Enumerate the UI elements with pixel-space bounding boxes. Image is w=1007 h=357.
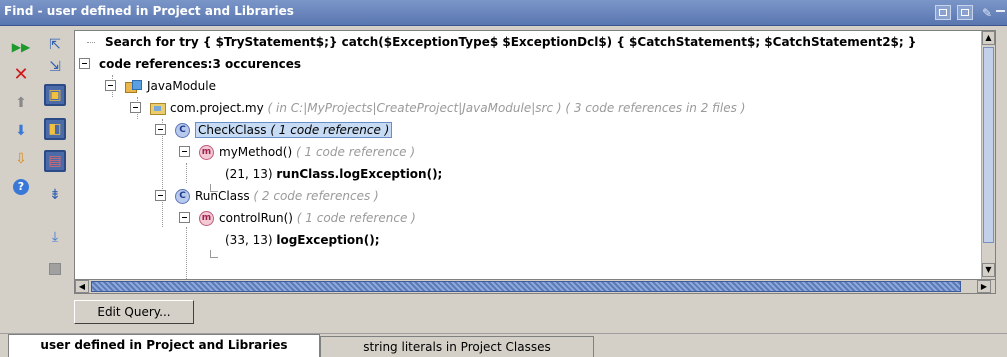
- collapse-toggle-icon[interactable]: [179, 146, 190, 157]
- edit-query-button[interactable]: Edit Query...: [74, 300, 194, 324]
- collapse-all-icon[interactable]: ⇲: [44, 56, 66, 78]
- mymethod-hint: ( 1 code reference ): [296, 145, 416, 159]
- window-title: Find - user defined in Project and Libra…: [4, 4, 294, 18]
- tree-node-controlrun[interactable]: m controlRun() ( 1 code reference ): [175, 207, 416, 229]
- usage-code: runClass.logException();: [276, 167, 443, 181]
- import-icon[interactable]: ⤓: [44, 226, 66, 248]
- horizontal-scrollbar[interactable]: ◀ ▶: [74, 280, 996, 294]
- previous-icon[interactable]: ⬆: [10, 92, 32, 114]
- close-icon[interactable]: ✕: [10, 64, 32, 86]
- class-icon: C: [175, 189, 190, 204]
- usage-row[interactable]: (21, 13) runClass.logException();: [225, 163, 442, 185]
- package-name: com.project.my: [170, 101, 264, 115]
- collapse-toggle-icon[interactable]: [179, 212, 190, 223]
- package-hint: ( in C:|MyProjects|CreateProject|JavaMod…: [267, 101, 746, 115]
- collapse-toggle-icon[interactable]: [105, 80, 116, 91]
- expand-all-icon[interactable]: ⇱: [44, 34, 66, 56]
- results-tree[interactable]: Search for try { $TryStatement$;} catch(…: [74, 30, 996, 280]
- class-icon: C: [175, 123, 190, 138]
- tree-connector: [186, 227, 187, 279]
- checkclass-hint: ( 1 code reference ): [270, 123, 390, 137]
- scrollbar-thumb[interactable]: [983, 47, 994, 243]
- rerun-icon[interactable]: ▶▶: [10, 36, 32, 58]
- search-pattern-row[interactable]: Search for try { $TryStatement$;} catch(…: [87, 31, 916, 53]
- package-icon: [150, 101, 170, 115]
- selected-node: CheckClass ( 1 code reference ): [195, 122, 393, 138]
- method-icon: m: [199, 211, 214, 226]
- minimize-icon[interactable]: [996, 10, 1005, 12]
- collapse-toggle-icon[interactable]: [155, 190, 166, 201]
- tree-node-mymethod[interactable]: m myMethod() ( 1 code reference ): [175, 141, 415, 163]
- module-name: JavaModule: [147, 79, 216, 93]
- tree-connector: [210, 250, 218, 258]
- collapse-toggle-icon[interactable]: [79, 58, 90, 69]
- collapse-toggle-icon[interactable]: [130, 102, 141, 113]
- tab-string-literals[interactable]: string literals in Project Classes: [320, 336, 594, 357]
- usage-position: (33, 13): [225, 233, 277, 247]
- tree-node-checkclass[interactable]: C CheckClass ( 1 code reference ): [151, 119, 393, 141]
- scroll-down-icon[interactable]: ▼: [982, 263, 995, 277]
- autoscroll-icon[interactable]: ⇟: [44, 184, 66, 206]
- runclass-name: RunClass: [195, 189, 250, 203]
- checkclass-name: CheckClass: [198, 123, 267, 137]
- pin-icon[interactable]: ✎: [978, 4, 996, 22]
- runclass-hint: ( 2 code references ): [253, 189, 379, 203]
- tree-node-module[interactable]: JavaModule: [101, 75, 216, 97]
- dock-mode-icon[interactable]: [957, 5, 973, 20]
- usage-code: logException();: [276, 233, 380, 247]
- group-by-package-icon[interactable]: ◧: [44, 118, 66, 140]
- search-pattern-text: Search for try { $TryStatement$;} catch(…: [105, 35, 917, 49]
- scrollbar-thumb[interactable]: [91, 281, 961, 292]
- controlrun-name: controlRun(): [219, 211, 293, 225]
- export-icon[interactable]: ⇩: [10, 148, 32, 170]
- merge-icon[interactable]: ▤: [44, 150, 66, 172]
- left-toolbar: ▶▶ ⇱ ✕ ⇲ ⬆ ▣ ⬇ ◧ ⇩ ▤ ? ⇟ ⤓: [0, 26, 74, 330]
- tab-user-defined[interactable]: user defined in Project and Libraries: [8, 334, 320, 357]
- help-icon[interactable]: ?: [10, 176, 32, 198]
- mymethod-name: myMethod(): [219, 145, 293, 159]
- usage-row[interactable]: (33, 13) logException();: [225, 229, 380, 251]
- next-icon[interactable]: ⬇: [10, 120, 32, 142]
- results-tab-bar: user defined in Project and Libraries st…: [0, 333, 1007, 357]
- stop-icon[interactable]: [44, 258, 66, 280]
- float-mode-icon[interactable]: [935, 5, 951, 20]
- tree-connector: [87, 42, 95, 43]
- controlrun-hint: ( 1 code reference ): [296, 211, 416, 225]
- collapse-toggle-icon[interactable]: [155, 124, 166, 135]
- code-references-label: code references:3 occurences: [99, 57, 302, 71]
- scroll-up-icon[interactable]: ▲: [982, 31, 995, 45]
- module-icon: [125, 79, 147, 93]
- vertical-scrollbar[interactable]: ▲ ▼: [981, 31, 995, 279]
- scroll-right-icon[interactable]: ▶: [977, 280, 991, 293]
- title-bar: Find - user defined in Project and Libra…: [0, 0, 1007, 26]
- tree-node-package[interactable]: com.project.my ( in C:|MyProjects|Create…: [126, 97, 745, 119]
- usage-position: (21, 13): [225, 167, 277, 181]
- code-references-row[interactable]: code references:3 occurences: [75, 53, 301, 75]
- method-icon: m: [199, 145, 214, 160]
- scroll-left-icon[interactable]: ◀: [75, 280, 89, 293]
- tree-connector: [186, 163, 187, 183]
- group-by-module-icon[interactable]: ▣: [44, 84, 66, 106]
- tree-node-runclass[interactable]: C RunClass ( 2 code references ): [151, 185, 379, 207]
